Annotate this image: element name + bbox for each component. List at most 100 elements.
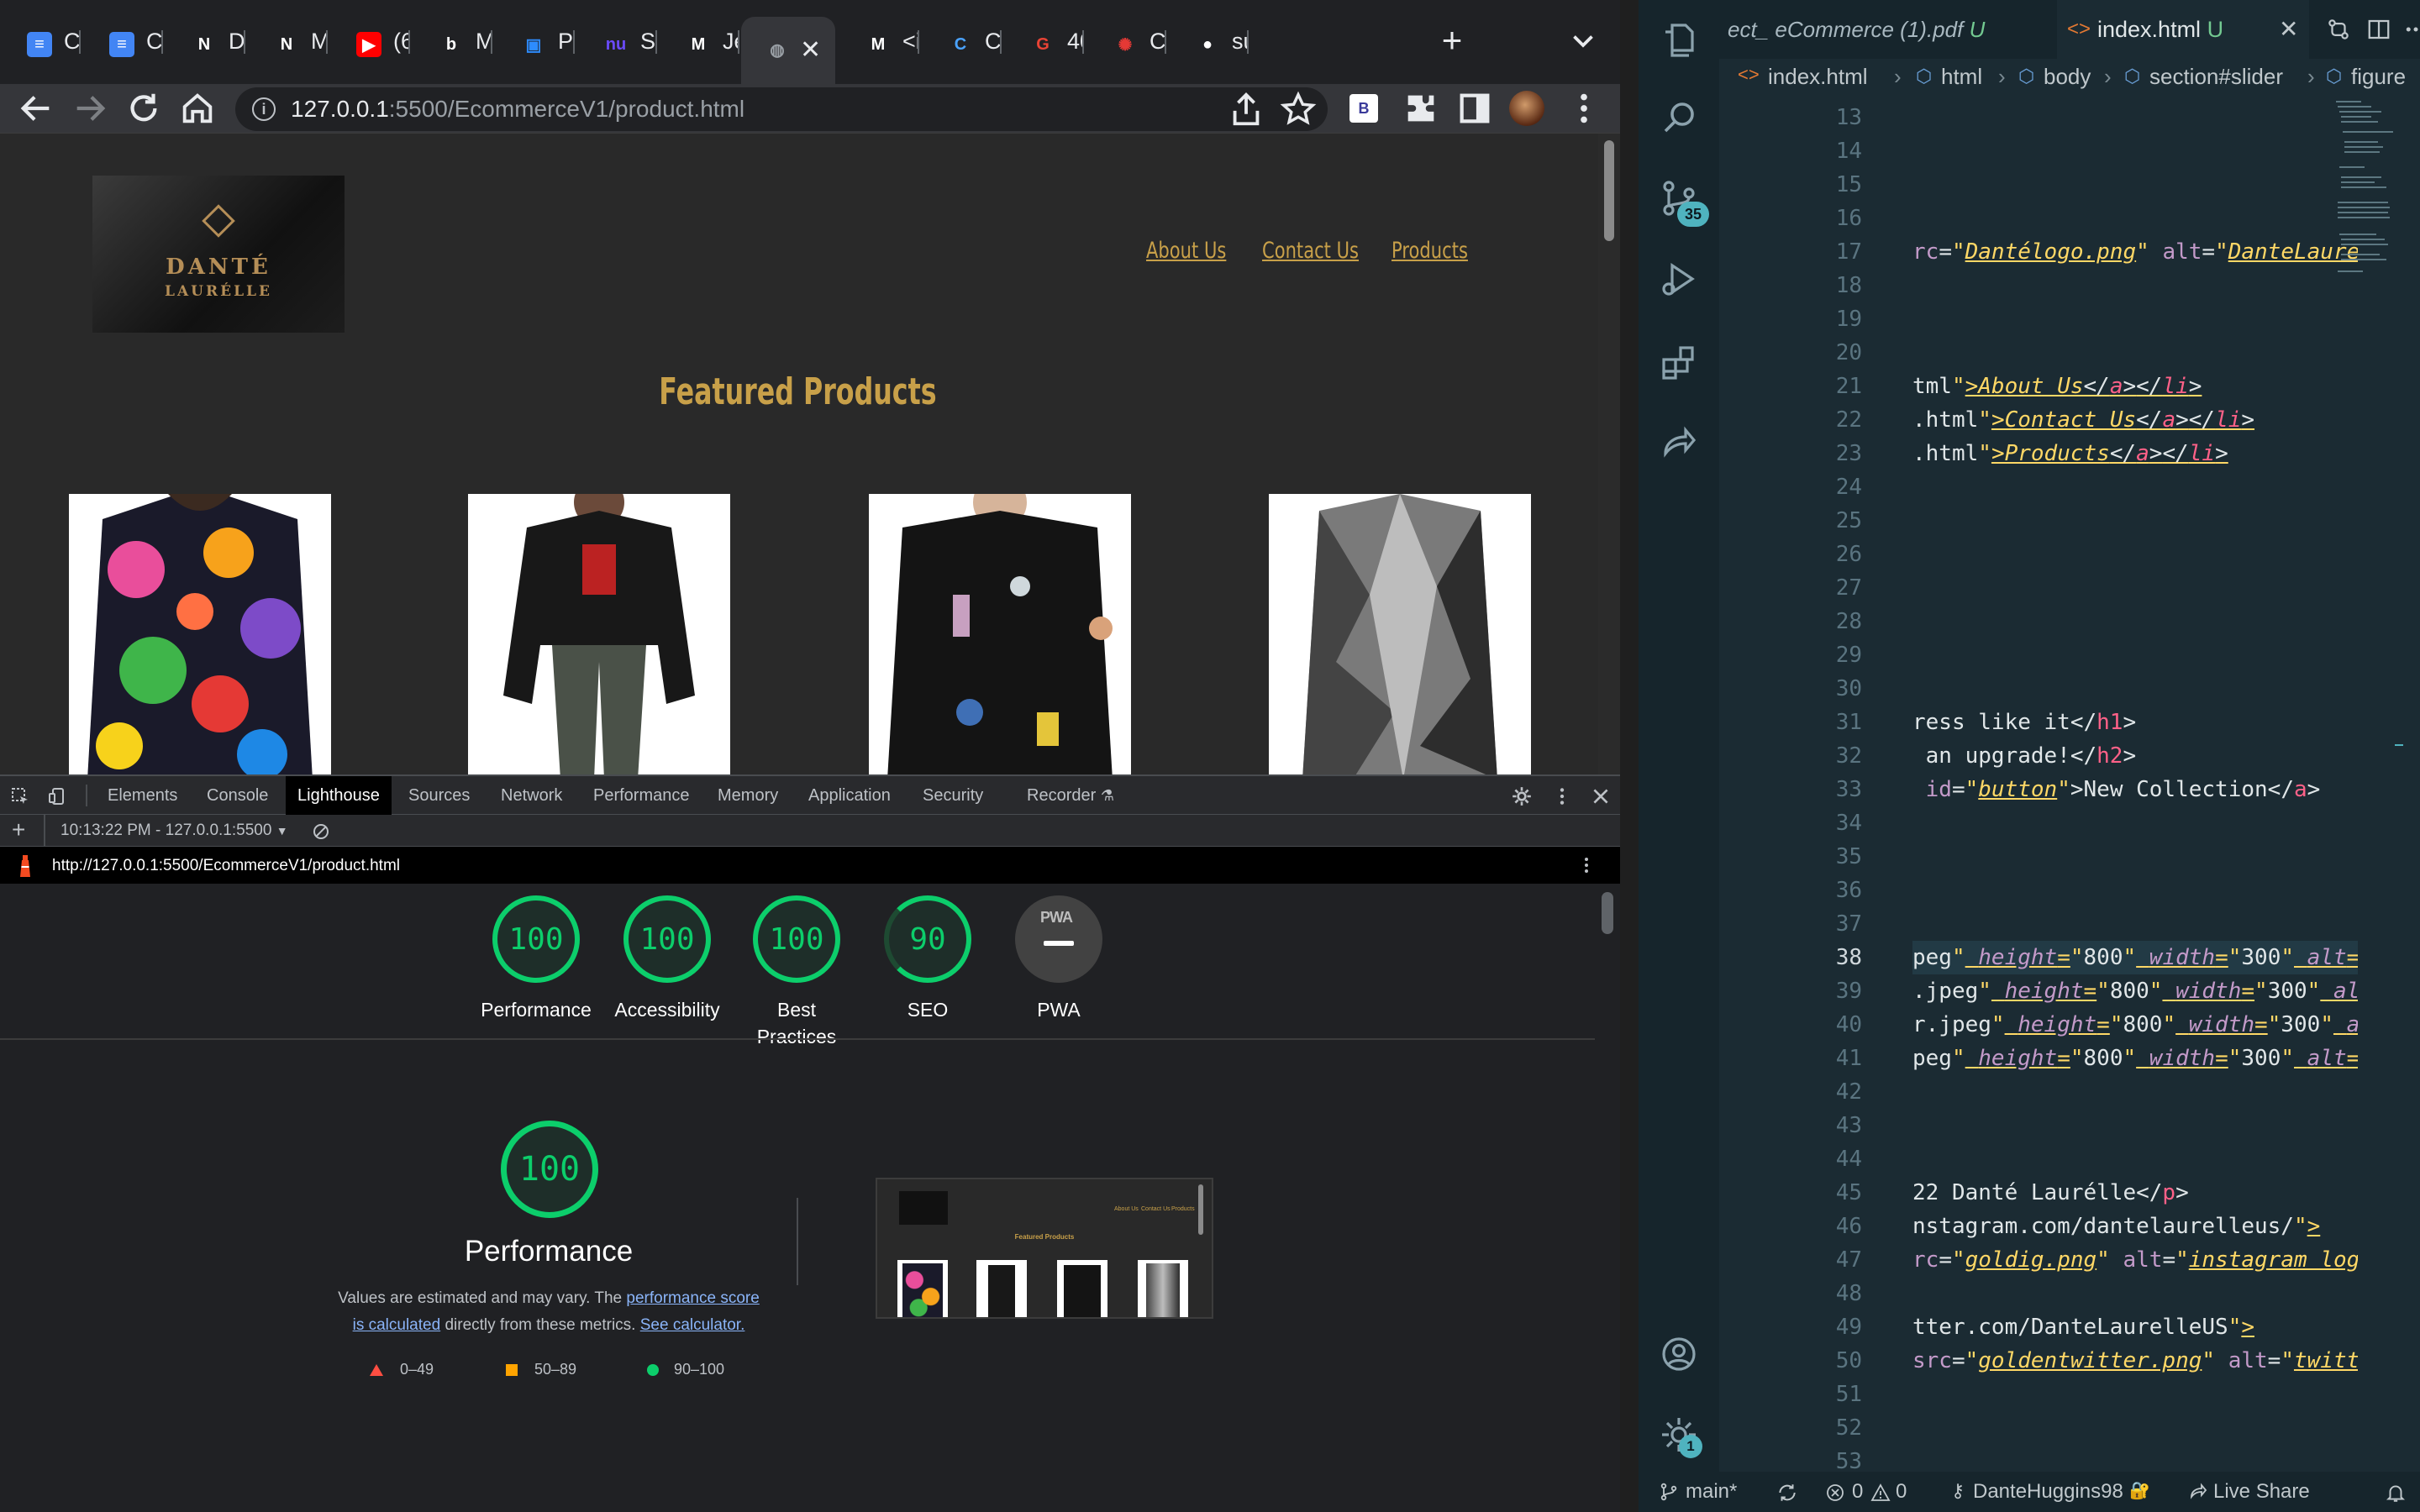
live-share-button[interactable]: Live Share <box>2213 1480 2310 1504</box>
new-report-plus-icon[interactable]: + <box>12 818 25 842</box>
breadcrumb-item[interactable]: figure <box>2351 64 2406 90</box>
browser-tab[interactable]: ≡ Co <box>0 20 81 64</box>
code-line[interactable]: rc="goldig.png" alt="instagram logo"> <box>1912 1243 2358 1277</box>
code-line[interactable] <box>1912 504 2358 538</box>
nav-products-link[interactable]: Products <box>1392 238 1468 264</box>
back-icon[interactable] <box>17 89 55 128</box>
code-line[interactable] <box>1912 1445 2358 1472</box>
devtools-tab-performance[interactable]: Performance <box>581 776 702 815</box>
breadcrumb-item[interactable]: index.html <box>1768 64 1868 90</box>
code-line[interactable]: 22 Danté Laurélle</p> <box>1912 1176 2358 1210</box>
browser-menu-icon[interactable] <box>1565 89 1603 128</box>
code-line[interactable]: an upgrade!</h2> <box>1912 739 2358 773</box>
site-info-icon[interactable]: i <box>252 97 276 121</box>
devtools-tab-security[interactable]: Security <box>911 776 995 815</box>
share-icon[interactable] <box>1227 90 1265 129</box>
report-url[interactable]: http://127.0.0.1:5500/EcommerceV1/produc… <box>52 857 400 875</box>
product-image-printed-coat[interactable] <box>1269 494 1531 774</box>
brand-logo[interactable]: DANTÉ LAURÉLLE <box>92 176 345 333</box>
home-icon[interactable] <box>178 89 217 128</box>
code-line[interactable] <box>1912 1277 2358 1310</box>
code-line[interactable] <box>1912 638 2358 672</box>
address-bar[interactable]: i 127.0.0.1:5500/EcommerceV1/product.htm… <box>235 87 1328 131</box>
browser-tab[interactable]: ◍ ✕ <box>741 17 835 84</box>
browser-tab[interactable]: ✺ Co <box>1086 20 1166 64</box>
code-line[interactable] <box>1912 571 2358 605</box>
devtools-tab-lighthouse[interactable]: Lighthouse <box>286 776 392 815</box>
code-editor[interactable]: 13 14 15 16 17 rc="Dantélogo.png" alt="DanteL… <box>1719 97 2420 1472</box>
tab-search-icon[interactable] <box>1568 25 1598 55</box>
browser-tab[interactable]: b Me <box>412 20 492 64</box>
product-image-leather-jacket[interactable] <box>468 494 730 774</box>
report-menu-icon[interactable] <box>1576 855 1597 875</box>
code-line[interactable]: .html">Products</a></li> <box>1912 437 2358 470</box>
code-line[interactable]: peg" height="800" width="300" alt="fa <box>1912 941 2358 974</box>
devtools-more-icon[interactable] <box>1551 785 1573 807</box>
code-line[interactable] <box>1912 806 2358 840</box>
code-line[interactable] <box>1912 134 2358 168</box>
see-calculator-link[interactable]: See calculator. <box>640 1316 745 1334</box>
editor-more-icon[interactable] <box>2403 17 2420 42</box>
devtools-tab-elements[interactable]: Elements <box>96 776 189 815</box>
code-line[interactable] <box>1912 1378 2358 1411</box>
run-debug-icon[interactable] <box>1659 259 1699 299</box>
git-branch[interactable]: main* <box>1686 1480 1737 1504</box>
live-share-icon[interactable] <box>1659 423 1699 464</box>
sync-icon[interactable] <box>1776 1482 1798 1504</box>
code-line[interactable] <box>1912 302 2358 336</box>
code-line[interactable]: tter.com/DanteLaurelleUS"> <box>1912 1310 2358 1344</box>
browser-tab[interactable]: C Cr <box>921 20 1002 64</box>
browser-tab[interactable]: ≡ Co <box>82 20 163 64</box>
nav-contact-us-link[interactable]: Contact Us <box>1262 238 1359 264</box>
extensions-icon[interactable] <box>1659 343 1699 383</box>
browser-tab[interactable]: N Me <box>247 20 328 64</box>
code-line[interactable] <box>1912 470 2358 504</box>
warning-count[interactable]: 0 <box>1896 1480 1907 1504</box>
bookmark-star-icon[interactable] <box>1279 90 1318 129</box>
extension-b-icon[interactable]: B <box>1349 94 1378 123</box>
split-editor-icon[interactable] <box>2366 17 2391 42</box>
code-line[interactable]: tml">About Us</a></li> <box>1912 370 2358 403</box>
page-scrollbar-thumb[interactable] <box>1604 140 1614 241</box>
editor-tab-index-html[interactable]: <> index.html U ✕ <box>2057 0 2309 59</box>
report-selector[interactable]: 10:13:22 PM - 127.0.0.1:5500 ▼ <box>60 822 288 840</box>
code-line[interactable] <box>1912 202 2358 235</box>
profile-avatar[interactable] <box>1509 91 1544 126</box>
breadcrumb-item[interactable]: html <box>1941 64 1982 90</box>
devtools-tab-console[interactable]: Console <box>195 776 280 815</box>
code-line[interactable] <box>1912 1109 2358 1142</box>
code-line[interactable] <box>1912 168 2358 202</box>
new-tab-button[interactable]: + <box>1435 23 1469 58</box>
device-toolbar-icon[interactable] <box>47 786 67 806</box>
browser-tab[interactable]: M Jev <box>659 20 739 64</box>
code-line[interactable]: nstagram.com/dantelaurelleus/"> <box>1912 1210 2358 1243</box>
code-line[interactable] <box>1912 840 2358 874</box>
code-line[interactable] <box>1912 605 2358 638</box>
close-tab-icon[interactable]: ✕ <box>2279 0 2298 59</box>
code-line[interactable]: src="goldentwitter.png" alt="twitter" <box>1912 1344 2358 1378</box>
reload-icon[interactable] <box>124 89 163 128</box>
page-scrollbar[interactable] <box>1598 134 1620 774</box>
accounts-icon[interactable] <box>1659 1334 1699 1374</box>
browser-tab[interactable]: ▣ Po <box>494 20 575 64</box>
browser-tab[interactable]: ▶ (6) <box>329 20 410 64</box>
code-line[interactable] <box>1912 874 2358 907</box>
devtools-tab-memory[interactable]: Memory <box>706 776 790 815</box>
browser-tab[interactable]: M <ir <box>839 20 919 64</box>
inspect-element-icon[interactable] <box>10 786 30 806</box>
code-line[interactable] <box>1912 907 2358 941</box>
breadcrumb-item[interactable]: body <box>2044 64 2091 90</box>
code-line[interactable]: r.jpeg" height="800" width="300" alt= <box>1912 1008 2358 1042</box>
devtools-tab-recorder[interactable]: Recorder ⚗ <box>1015 776 1126 815</box>
code-line[interactable] <box>1912 101 2358 134</box>
code-line[interactable]: rc="Dantélogo.png" alt="DanteLaurelle <box>1912 235 2358 269</box>
devtools-settings-gear-icon[interactable] <box>1511 785 1533 807</box>
browser-tab[interactable]: N Da <box>165 20 245 64</box>
error-count[interactable]: 0 <box>1852 1480 1863 1504</box>
code-line[interactable] <box>1912 269 2358 302</box>
notifications-bell-icon[interactable] <box>2385 1482 2407 1504</box>
breadcrumb-item[interactable]: section#slider <box>2149 64 2283 90</box>
minimap[interactable] <box>2319 97 2403 769</box>
code-line[interactable] <box>1912 672 2358 706</box>
code-line[interactable] <box>1912 336 2358 370</box>
